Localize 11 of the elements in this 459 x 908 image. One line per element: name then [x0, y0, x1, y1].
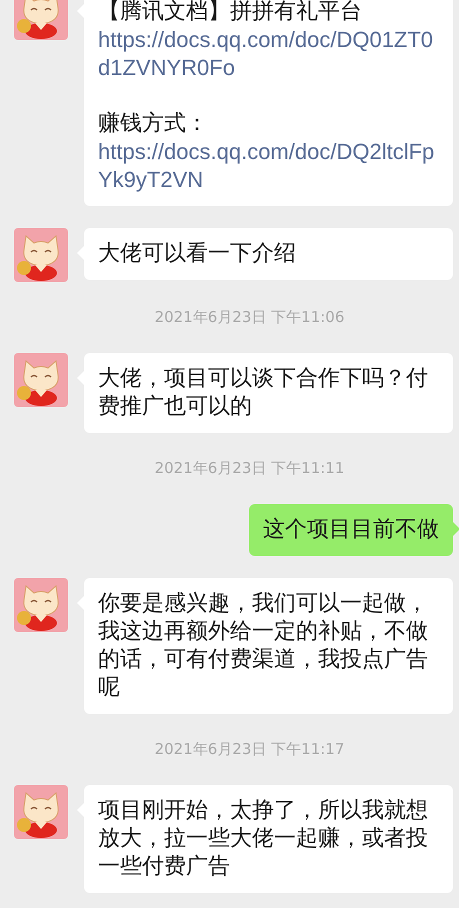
message-text: 这个项目目前不做 — [263, 516, 439, 544]
message-text: 大佬，项目可以谈下合作下吗？付费推广也可以的 — [98, 365, 429, 421]
message-timestamp: 2021年6月23日 下午11:17 — [154, 740, 344, 759]
message-link[interactable]: https://docs.qq.com/doc/DQ01ZT0d1ZVNYR0Fo — [98, 26, 439, 82]
message-timestamp: 2021年6月23日 下午11:06 — [154, 308, 344, 327]
message-timestamp: 2021年6月23日 下午11:11 — [154, 459, 344, 478]
message-text: 项目刚开始，太挣了，所以我就想放大，拉一些大佬一起赚，或者投一些付费广告 — [98, 797, 429, 881]
message-text: 赚钱方式： — [98, 110, 209, 138]
message-link[interactable]: https://docs.qq.com/doc/DQ2ltclFpYk9yT2VN — [98, 138, 439, 194]
message-text: 你要是感兴趣，我们可以一起做，我这边再额外给一定的补贴，不做的话，可有付费渠道，我投点广告呢 — [98, 590, 429, 702]
message-text: 大佬可以看一下介绍 — [98, 240, 297, 268]
